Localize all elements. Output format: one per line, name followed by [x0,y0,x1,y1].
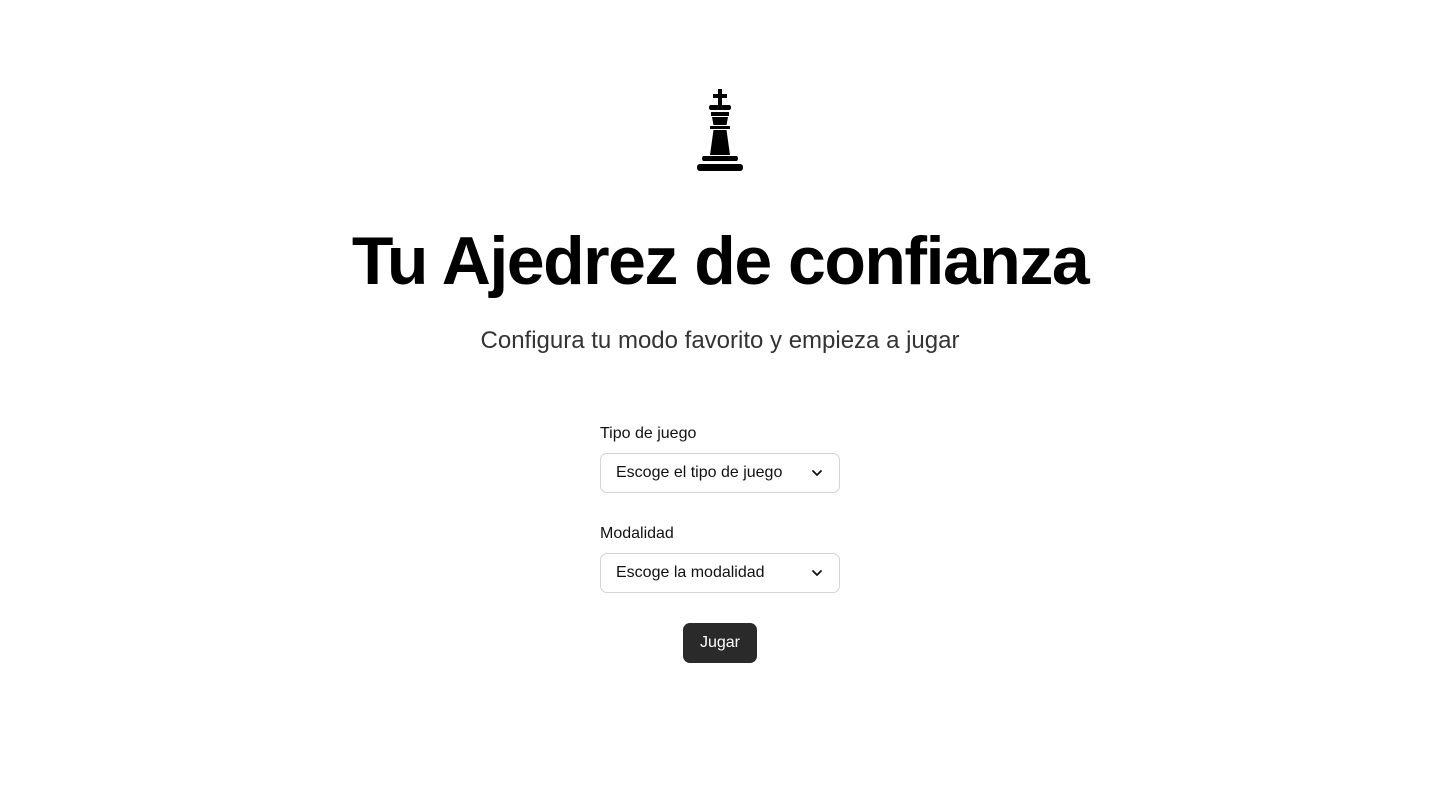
game-type-field: Tipo de juego Escoge el tipo de juego [600,424,840,493]
chevron-down-icon [812,470,822,476]
chevron-down-icon [812,570,822,576]
modality-label: Modalidad [600,525,674,542]
game-type-label: Tipo de juego [600,425,697,442]
play-button[interactable]: Jugar [683,623,757,663]
game-type-selected-value: Escoge el tipo de juego [616,464,783,481]
page-title: Tu Ajedrez de confianza [351,223,1090,299]
setup-page: Tu Ajedrez de confianza Configura tu mod… [0,0,1440,810]
chess-king-icon [697,89,743,171]
modality-selected-value: Escoge la modalidad [616,564,765,581]
page-subtitle: Configura tu modo favorito y empieza a j… [480,327,960,354]
modality-select[interactable]: Escoge la modalidad [600,553,840,593]
game-type-select[interactable]: Escoge el tipo de juego [600,453,840,493]
modality-field: Modalidad Escoge la modalidad [600,524,840,593]
